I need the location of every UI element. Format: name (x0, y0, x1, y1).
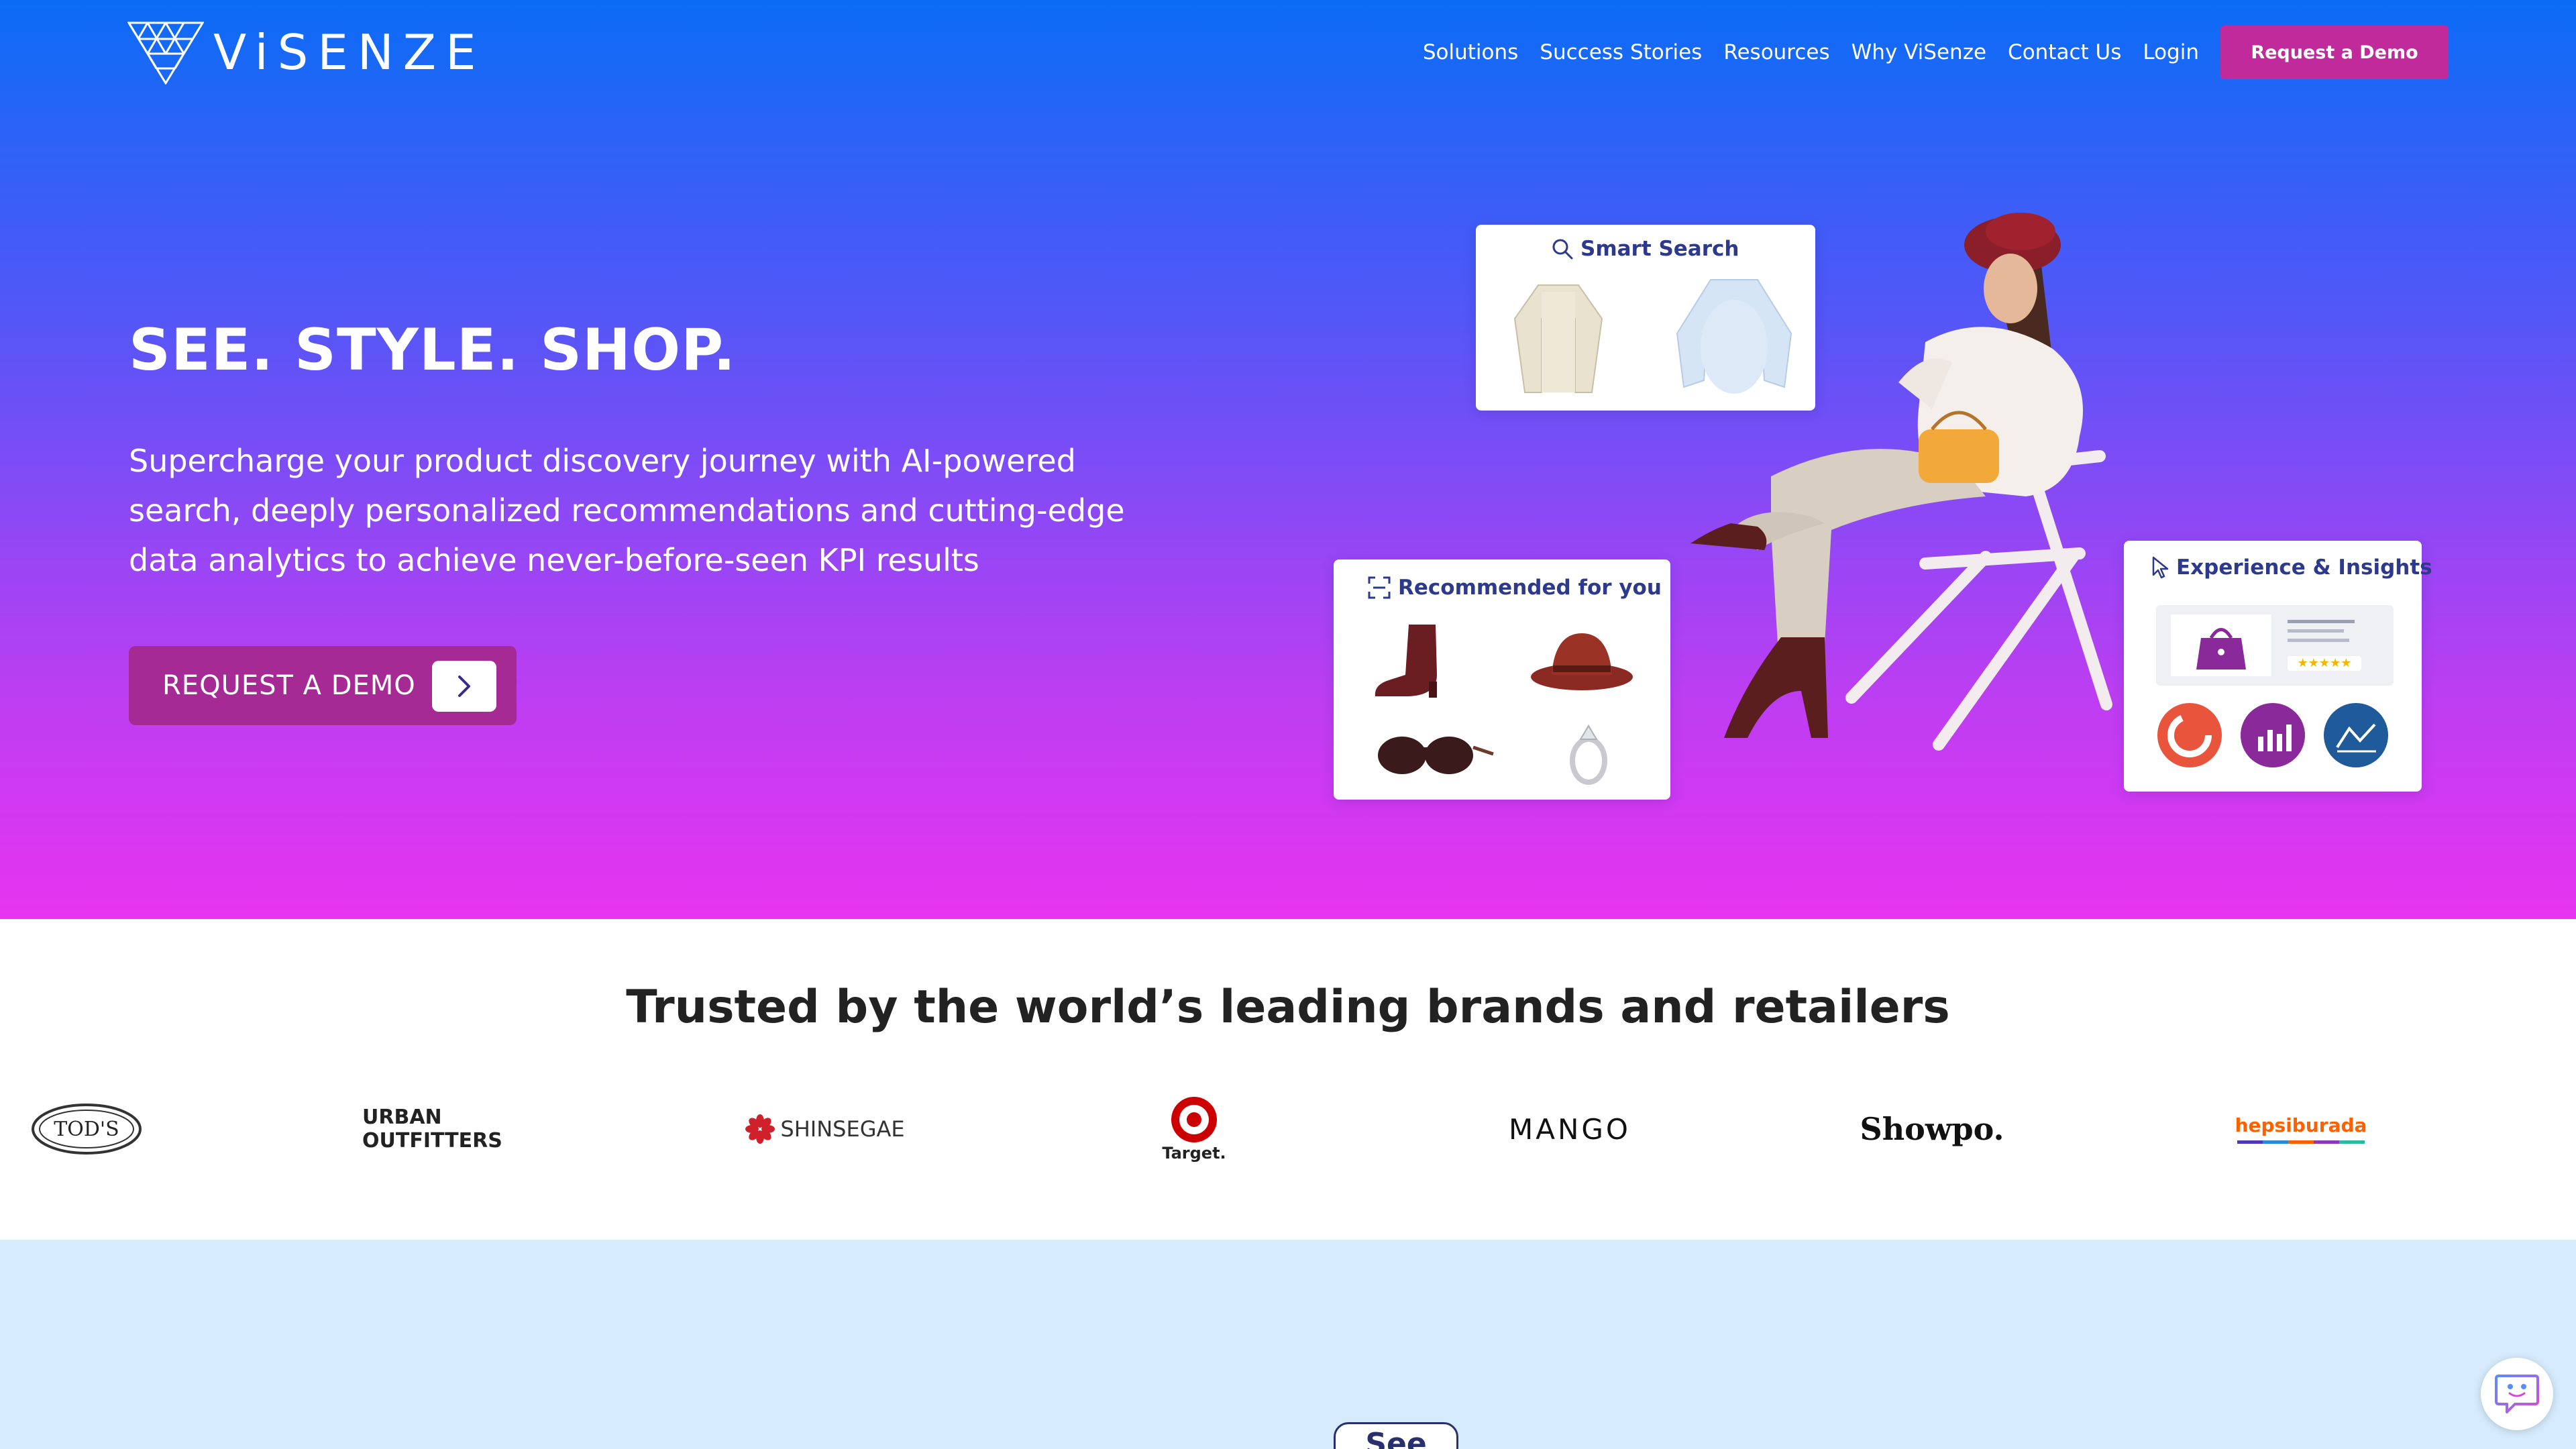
nav-why-visenze[interactable]: Why ViSenze (1851, 40, 1986, 64)
experience-insights-card: Experience & Insights ★★★★★ (2124, 541, 2432, 792)
smart-search-card: Smart Search (1476, 225, 1815, 411)
bar-chart-icon (2241, 703, 2305, 767)
brand-logo-shinsegae: SHINSEGAE (724, 1085, 926, 1173)
recommended-title: Recommended for you (1398, 576, 1662, 600)
hero-title: SEE. STYLE. SHOP. (129, 317, 737, 384)
brand-logo-hepsiburada: hepsiburada (2234, 1085, 2368, 1173)
brand-logo-tods: TOD'S (30, 1085, 144, 1173)
request-demo-label: REQUEST A DEMO (162, 670, 416, 701)
brand-logo-urban-outfitters: URBAN OUTFITTERS (362, 1106, 502, 1152)
recommended-card: Recommended for you (1334, 559, 1670, 800)
chevron-right-icon (432, 661, 496, 712)
cursor-icon (2152, 556, 2169, 579)
nav-solutions[interactable]: Solutions (1423, 40, 1518, 64)
donut-chart-icon (2157, 703, 2222, 767)
text-line (2288, 639, 2349, 642)
handbag-icon (2171, 614, 2271, 676)
scan-frame-icon (1368, 576, 1391, 599)
visenze-triangle-logo-icon (127, 21, 204, 85)
shinsegae-flower-icon (745, 1114, 775, 1144)
nav-resources[interactable]: Resources (1723, 40, 1829, 64)
hero-subtitle: Supercharge your product discovery journ… (129, 443, 1125, 578)
ring-image (1570, 724, 1607, 785)
text-line (2288, 620, 2355, 623)
nav-contact-us[interactable]: Contact Us (2008, 40, 2121, 64)
brand-logo-target: Target. (1140, 1085, 1248, 1173)
hepsiburada-color-bar (2237, 1140, 2365, 1144)
blue-blouse-image (1676, 279, 1792, 394)
insights-title: Experience & Insights (2176, 555, 2432, 580)
see-pill[interactable]: See (1334, 1422, 1458, 1449)
brand-name: ViSENZE (213, 24, 486, 80)
hero-section: ViSENZE Solutions Success Stories Resour… (0, 0, 2576, 919)
bowler-hat-image (1531, 633, 1633, 690)
line-chart-icon (2324, 703, 2388, 767)
visenze-logo[interactable]: ViSENZE (127, 19, 486, 86)
chat-widget-button[interactable] (2481, 1358, 2553, 1430)
smart-search-title: Smart Search (1580, 237, 1739, 261)
rating-stars-icon: ★★★★★ (2288, 656, 2361, 671)
request-demo-nav-button[interactable]: Request a Demo (2220, 25, 2449, 79)
chat-bot-icon (2495, 1375, 2539, 1413)
trusted-brands-section: Trusted by the world’s leading brands an… (0, 919, 2576, 1240)
main-nav: Solutions Success Stories Resources Why … (1423, 25, 2449, 79)
nav-success-stories[interactable]: Success Stories (1540, 40, 1702, 64)
sunglasses-image (1378, 737, 1494, 774)
brand-logo-mango: MANGO (1509, 1112, 1631, 1146)
request-demo-hero-button[interactable]: REQUEST A DEMO (129, 646, 517, 725)
ankle-boot-image (1375, 625, 1437, 698)
search-icon (1552, 239, 1573, 260)
nav-login[interactable]: Login (2143, 40, 2199, 64)
text-line (2288, 629, 2344, 633)
trusted-title: Trusted by the world’s leading brands an… (626, 981, 1950, 1034)
cream-blouse-image (1513, 284, 1603, 393)
brand-logo-showpo: Showpo. (1860, 1111, 2004, 1147)
target-bullseye-icon (1171, 1097, 1217, 1142)
product-preview-panel: ★★★★★ (2156, 605, 2394, 686)
next-section (0, 1240, 2576, 1449)
